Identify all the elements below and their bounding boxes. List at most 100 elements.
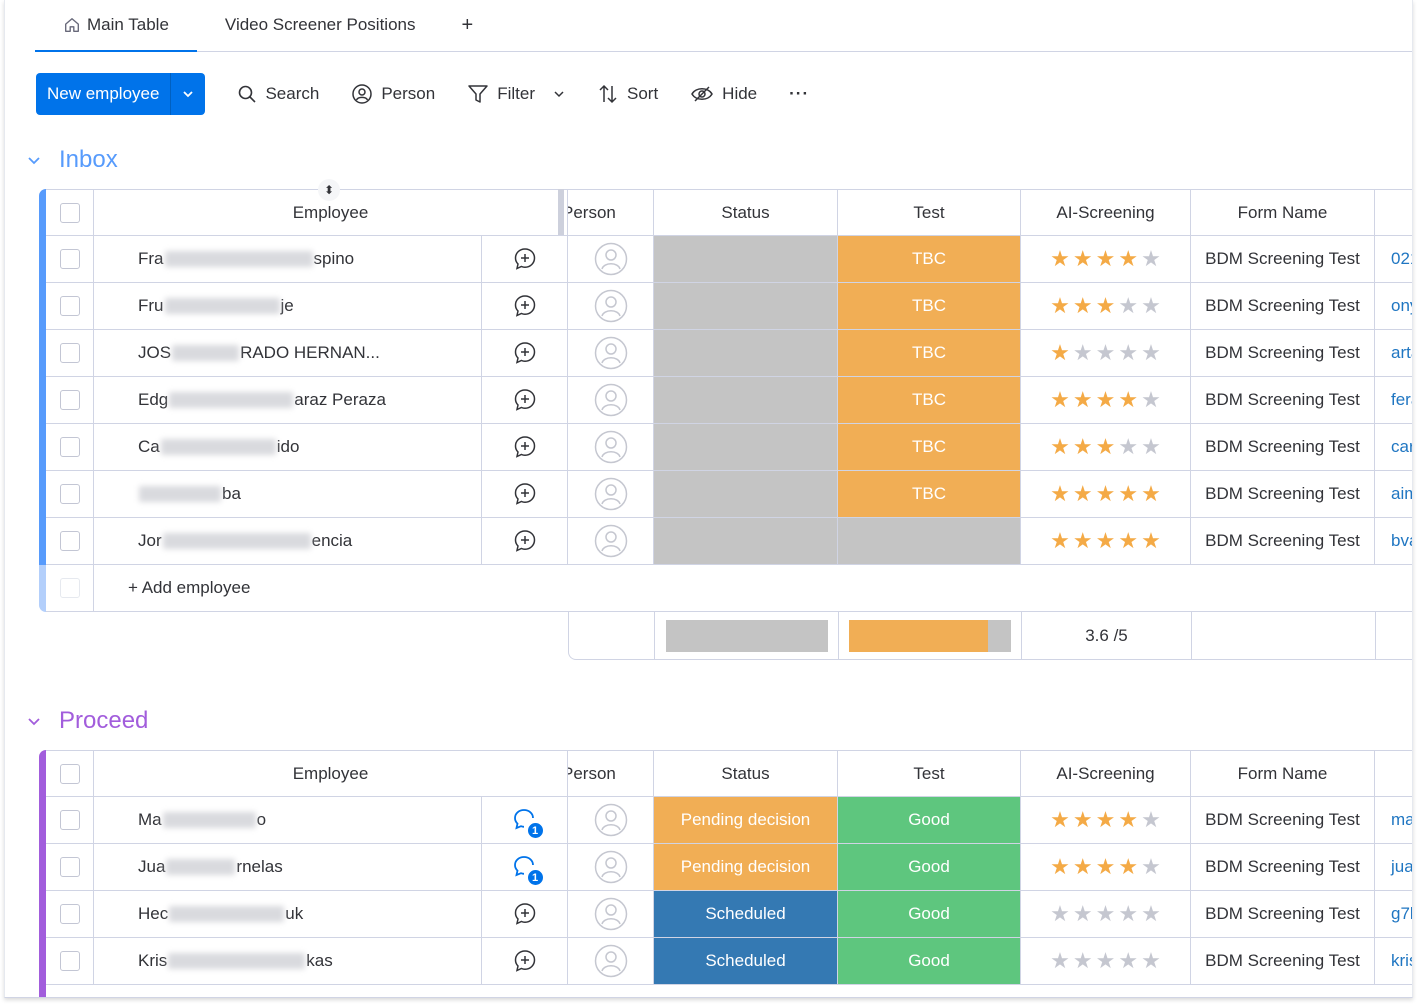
select-all-checkbox[interactable]: [59, 203, 80, 223]
table-row[interactable]: Jorencia ★★★★★ BDM Screening Test bva: [46, 518, 1412, 565]
updates-cell[interactable]: [482, 938, 568, 984]
table-row[interactable]: ba TBC ★★★★★ BDM Screening Test aim: [46, 471, 1412, 518]
ai-screening-rating[interactable]: ★ ★ ★ ★ ★: [1021, 471, 1191, 517]
test-cell[interactable]: Good: [838, 891, 1021, 937]
summary-test[interactable]: [839, 612, 1022, 659]
star-icon[interactable]: ★: [1096, 389, 1116, 411]
ai-screening-rating[interactable]: ★ ★ ★ ★ ★: [1021, 236, 1191, 282]
updates-cell[interactable]: 1: [482, 797, 568, 843]
row-checkbox[interactable]: [59, 531, 80, 551]
star-icon[interactable]: ★: [1141, 856, 1161, 878]
person-avatar-icon[interactable]: [594, 336, 628, 370]
star-icon[interactable]: ★: [1118, 295, 1138, 317]
row-checkbox[interactable]: [59, 437, 80, 457]
link-text[interactable]: aim: [1391, 484, 1412, 504]
star-icon[interactable]: ★: [1050, 903, 1070, 925]
star-icon[interactable]: ★: [1073, 530, 1093, 552]
star-icon[interactable]: ★: [1141, 483, 1161, 505]
ai-screening-rating[interactable]: ★ ★ ★ ★ ★: [1021, 938, 1191, 984]
star-icon[interactable]: ★: [1141, 809, 1161, 831]
updates-cell[interactable]: [482, 283, 568, 329]
star-icon[interactable]: ★: [1050, 436, 1070, 458]
column-header-form-name[interactable]: Form Name: [1191, 190, 1375, 236]
star-icon[interactable]: ★: [1118, 950, 1138, 972]
summary-status[interactable]: [655, 612, 839, 659]
column-header-employee[interactable]: Employee: [94, 751, 568, 797]
status-cell[interactable]: [654, 377, 838, 423]
group-header-proceed[interactable]: Proceed: [25, 707, 148, 735]
status-cell[interactable]: Pending decision: [654, 844, 838, 890]
employee-name-cell[interactable]: Fru je: [94, 283, 482, 329]
person-avatar-icon[interactable]: [594, 242, 628, 276]
status-cell[interactable]: Scheduled: [654, 938, 838, 984]
star-icon[interactable]: ★: [1141, 950, 1161, 972]
updates-cell[interactable]: [482, 236, 568, 282]
star-icon[interactable]: ★: [1073, 342, 1093, 364]
person-cell[interactable]: [568, 938, 654, 984]
star-icon[interactable]: ★: [1073, 295, 1093, 317]
add-update-icon[interactable]: [512, 948, 538, 974]
star-icon[interactable]: ★: [1073, 903, 1093, 925]
link-text[interactable]: kris: [1391, 951, 1412, 971]
test-cell[interactable]: TBC: [838, 377, 1021, 423]
link-cell[interactable]: kris: [1375, 938, 1412, 984]
person-cell[interactable]: [568, 283, 654, 329]
test-cell[interactable]: TBC: [838, 330, 1021, 376]
add-view-button[interactable]: +: [443, 0, 491, 51]
status-cell[interactable]: [654, 330, 838, 376]
row-checkbox[interactable]: [59, 951, 80, 971]
star-icon[interactable]: ★: [1073, 809, 1093, 831]
add-update-icon[interactable]: [512, 340, 538, 366]
star-icon[interactable]: ★: [1096, 248, 1116, 270]
star-icon[interactable]: ★: [1096, 950, 1116, 972]
table-row[interactable]: Fra spino TBC ★ ★ ★ ★ ★ BDM Screening Test 02…: [46, 236, 1412, 283]
employee-name-cell[interactable]: ba: [94, 471, 482, 517]
link-cell[interactable]: juar: [1375, 844, 1412, 890]
person-cell[interactable]: [568, 377, 654, 423]
star-icon[interactable]: ★: [1096, 436, 1116, 458]
ai-screening-rating[interactable]: ★ ★ ★ ★ ★: [1021, 424, 1191, 470]
new-employee-button[interactable]: New employee: [36, 73, 170, 115]
star-icon[interactable]: ★: [1118, 856, 1138, 878]
star-icon[interactable]: ★: [1118, 342, 1138, 364]
link-cell[interactable]: carr: [1375, 424, 1412, 470]
star-icon[interactable]: ★: [1096, 342, 1116, 364]
updates-cell[interactable]: [482, 330, 568, 376]
row-checkbox[interactable]: [59, 249, 80, 269]
star-icon[interactable]: ★: [1141, 903, 1161, 925]
status-cell[interactable]: Pending decision: [654, 797, 838, 843]
row-checkbox[interactable]: [59, 857, 80, 877]
add-update-icon[interactable]: [512, 528, 538, 554]
star-icon[interactable]: ★: [1073, 389, 1093, 411]
column-resize-bar[interactable]: [558, 189, 564, 235]
employee-name-cell[interactable]: JOS RADO HERNAN...: [94, 330, 482, 376]
sort-button[interactable]: Sort: [597, 83, 658, 105]
updates-button[interactable]: 1: [512, 807, 543, 838]
status-cell[interactable]: [654, 518, 838, 564]
table-row[interactable]: Kris kas Scheduled Good ★ ★ ★ ★ ★ BDM Screeni…: [46, 938, 1412, 985]
chevron-down-icon[interactable]: [25, 151, 43, 169]
star-icon[interactable]: ★: [1050, 248, 1070, 270]
link-cell[interactable]: bva: [1375, 518, 1412, 564]
updates-cell[interactable]: 1: [482, 844, 568, 890]
person-avatar-icon[interactable]: [594, 289, 628, 323]
new-employee-dropdown[interactable]: [170, 73, 205, 115]
person-avatar-icon[interactable]: [594, 524, 628, 558]
person-avatar-icon[interactable]: [594, 897, 628, 931]
employee-name-cell[interactable]: Kris kas: [94, 938, 482, 984]
star-icon[interactable]: ★: [1050, 342, 1070, 364]
star-icon[interactable]: ★: [1141, 248, 1161, 270]
column-header-test[interactable]: Test: [838, 190, 1021, 236]
add-update-icon[interactable]: [512, 481, 538, 507]
add-update-icon[interactable]: [512, 901, 538, 927]
ai-screening-rating[interactable]: ★ ★ ★ ★ ★: [1021, 518, 1191, 564]
ai-screening-rating[interactable]: ★ ★ ★ ★ ★: [1021, 330, 1191, 376]
updates-cell[interactable]: [482, 891, 568, 937]
chevron-down-icon[interactable]: [553, 88, 565, 100]
link-cell[interactable]: g7k: [1375, 891, 1412, 937]
link-text[interactable]: carr: [1391, 437, 1412, 457]
star-icon[interactable]: ★: [1096, 903, 1116, 925]
status-cell[interactable]: [654, 471, 838, 517]
status-cell[interactable]: [654, 283, 838, 329]
person-avatar-icon[interactable]: [594, 430, 628, 464]
